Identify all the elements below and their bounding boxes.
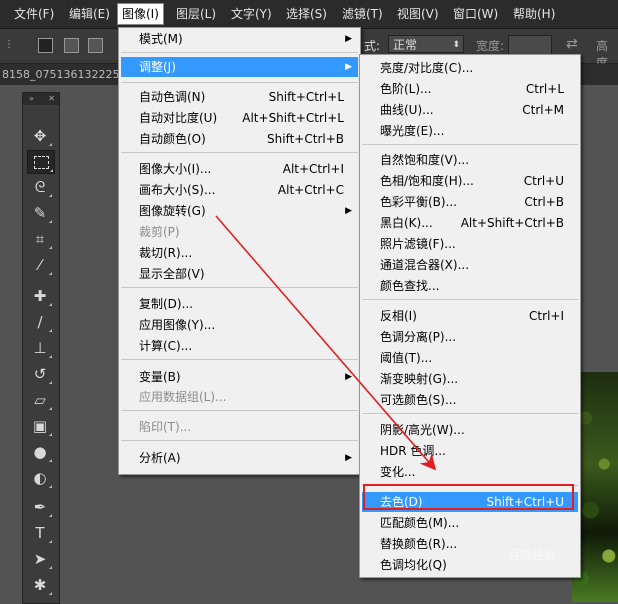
watermark: 百度经验 (508, 548, 557, 562)
annotation-arrow (215, 215, 437, 471)
